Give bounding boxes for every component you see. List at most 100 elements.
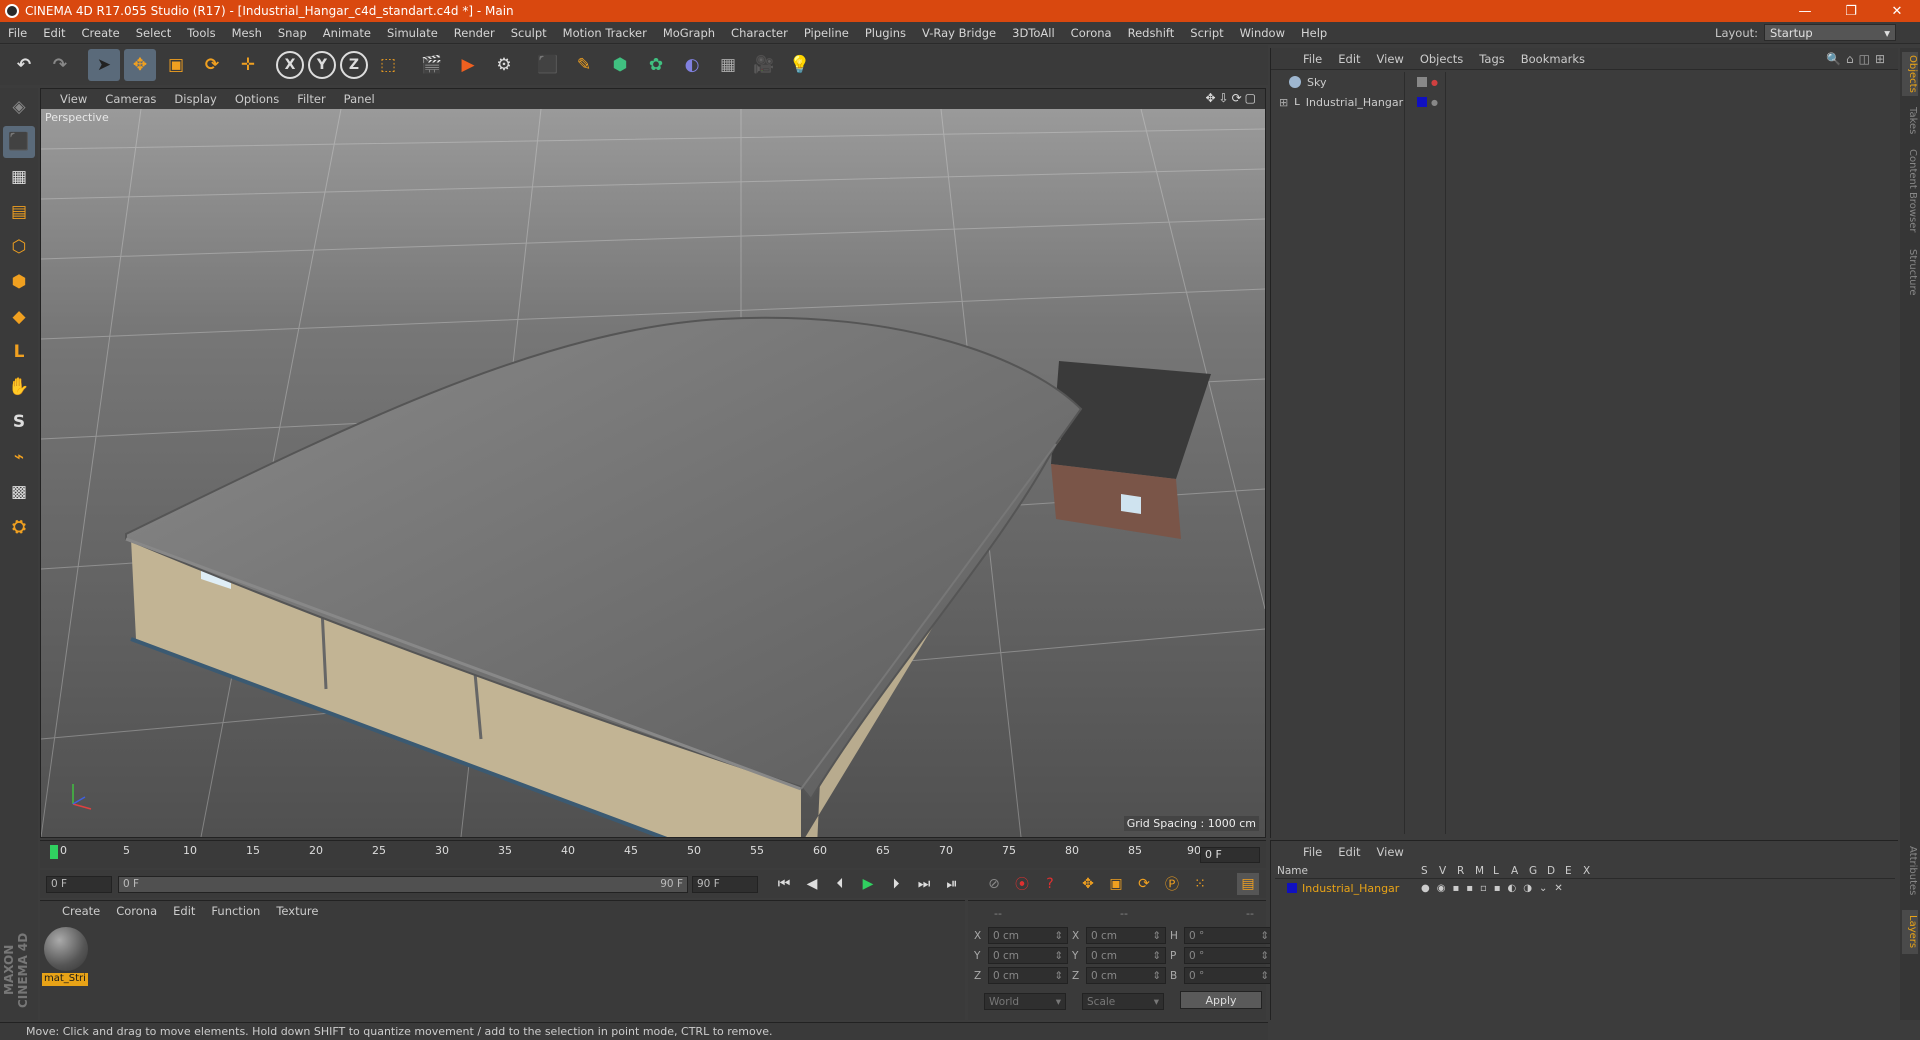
timeline-window-icon[interactable]: ▤ bbox=[1237, 873, 1259, 895]
key-position-icon[interactable]: ✥ bbox=[1077, 873, 1099, 895]
layer-row[interactable]: Industrial_Hangar ●◉▪▪▫▪◐◑⌄✕ bbox=[1275, 881, 1895, 895]
position-z-field[interactable]: 0 cm ⇕ bbox=[988, 967, 1068, 984]
viewport-menu-panel[interactable]: Panel bbox=[335, 92, 384, 106]
playhead[interactable] bbox=[50, 845, 58, 859]
menu-create[interactable]: Create bbox=[74, 26, 128, 40]
size-z-field[interactable]: 0 cm ⇕ bbox=[1086, 967, 1166, 984]
menu-snap[interactable]: Snap bbox=[270, 26, 315, 40]
menu-mograph[interactable]: MoGraph bbox=[655, 26, 723, 40]
restore-button[interactable]: ❐ bbox=[1828, 0, 1874, 22]
pen-spline-button[interactable]: ✎ bbox=[568, 49, 600, 81]
menu-edit[interactable]: Edit bbox=[35, 26, 73, 40]
deformer-button[interactable]: ◐ bbox=[676, 49, 708, 81]
move-tool-button[interactable]: ✥ bbox=[124, 49, 156, 81]
material-menu-edit[interactable]: Edit bbox=[165, 904, 203, 918]
end-frame-field[interactable]: 90 F bbox=[692, 875, 758, 893]
size-x-field[interactable]: 0 cm ⇕ bbox=[1086, 927, 1166, 944]
viewport-menu-cameras[interactable]: Cameras bbox=[96, 92, 165, 106]
menu-motion-tracker[interactable]: Motion Tracker bbox=[555, 26, 655, 40]
snap-button[interactable]: S bbox=[3, 406, 35, 438]
workplane-mode-button[interactable]: ▤ bbox=[3, 196, 35, 228]
menu-animate[interactable]: Animate bbox=[315, 26, 379, 40]
rotation-p-field[interactable]: 0 ° ⇕ bbox=[1184, 947, 1274, 964]
key-parameter-icon[interactable]: Ⓟ bbox=[1161, 873, 1183, 895]
menu-mesh[interactable]: Mesh bbox=[224, 26, 270, 40]
undo-button[interactable]: ↶ bbox=[8, 49, 40, 81]
menu-pipeline[interactable]: Pipeline bbox=[796, 26, 857, 40]
tab-content-browser[interactable]: Content Browser bbox=[1902, 146, 1918, 236]
magnet-button[interactable]: ⌁ bbox=[3, 441, 35, 473]
material-preview[interactable] bbox=[44, 927, 88, 971]
menu-script[interactable]: Script bbox=[1182, 26, 1231, 40]
next-frame-button[interactable]: ⏵ bbox=[885, 873, 907, 895]
lock-workplane-button[interactable]: ▩ bbox=[3, 476, 35, 508]
motion-record-icon[interactable]: ⊘ bbox=[983, 873, 1005, 895]
menu-tools[interactable]: Tools bbox=[179, 26, 223, 40]
material-menu-corona[interactable]: Corona bbox=[108, 904, 165, 918]
make-editable-button[interactable]: ◈ bbox=[3, 91, 35, 123]
points-mode-button[interactable]: ⬡ bbox=[3, 231, 35, 263]
material-menu-texture[interactable]: Texture bbox=[268, 904, 326, 918]
planar-workplane-button[interactable]: ⛭ bbox=[3, 511, 35, 543]
objects-menu-edit[interactable]: Edit bbox=[1330, 52, 1368, 66]
record-keyframe-icon[interactable]: ⦿ bbox=[1011, 873, 1033, 895]
camera-object-button[interactable]: 🎥 bbox=[748, 49, 780, 81]
object-row-sky[interactable]: Sky ● bbox=[1279, 74, 1438, 90]
start-frame-field[interactable]: 0 F bbox=[46, 875, 112, 893]
tweak-mode-button[interactable]: ✋ bbox=[3, 371, 35, 403]
current-frame-field[interactable]: 0 F bbox=[1200, 847, 1260, 863]
frame-range-slider[interactable]: 0 F 90 F bbox=[118, 875, 688, 893]
close-button[interactable]: ✕ bbox=[1874, 0, 1920, 22]
light-object-button[interactable]: 💡 bbox=[784, 49, 816, 81]
viewport-menu-view[interactable]: View bbox=[51, 92, 96, 106]
rotation-b-field[interactable]: 0 ° ⇕ bbox=[1184, 967, 1274, 984]
tab-attributes[interactable]: Attributes bbox=[1902, 840, 1918, 902]
menu-help[interactable]: Help bbox=[1293, 26, 1335, 40]
apply-button[interactable]: Apply bbox=[1180, 991, 1262, 1009]
select-tool-button[interactable]: ➤ bbox=[88, 49, 120, 81]
position-y-field[interactable]: 0 cm ⇕ bbox=[988, 947, 1068, 964]
visibility-dots-icon[interactable]: ● bbox=[1431, 78, 1438, 87]
play-forward-button[interactable]: ▶ bbox=[857, 873, 879, 895]
tab-layers[interactable]: Layers bbox=[1902, 910, 1918, 954]
visibility-dots-icon[interactable]: ● bbox=[1431, 98, 1438, 107]
menu-window[interactable]: Window bbox=[1232, 26, 1293, 40]
material-menu-create[interactable]: Create bbox=[54, 904, 108, 918]
cloner-array-button[interactable]: ✿ bbox=[640, 49, 672, 81]
menu-character[interactable]: Character bbox=[723, 26, 796, 40]
axis-mode-button[interactable]: L bbox=[3, 336, 35, 368]
previous-frame-button[interactable]: ⏴ bbox=[829, 873, 851, 895]
menu-vray-bridge[interactable]: V-Ray Bridge bbox=[914, 26, 1004, 40]
polygons-mode-button[interactable]: ◆ bbox=[3, 301, 35, 333]
tab-structure[interactable]: Structure bbox=[1902, 244, 1918, 300]
rotate-tool-button[interactable]: ⟳ bbox=[196, 49, 228, 81]
objects-menu-bookmarks[interactable]: Bookmarks bbox=[1513, 52, 1593, 66]
loop-button[interactable]: ⏯ bbox=[941, 873, 963, 895]
position-x-field[interactable]: 0 cm ⇕ bbox=[988, 927, 1068, 944]
cube-object-button[interactable]: ⬛ bbox=[532, 49, 564, 81]
model-mode-button[interactable]: ⬛ bbox=[3, 126, 35, 158]
rotation-h-field[interactable]: 0 ° ⇕ bbox=[1184, 927, 1274, 944]
texture-mode-button[interactable]: ▦ bbox=[3, 161, 35, 193]
menu-plugins[interactable]: Plugins bbox=[857, 26, 914, 40]
menu-file[interactable]: File bbox=[0, 26, 35, 40]
sky-layer-swatch[interactable] bbox=[1417, 77, 1427, 87]
x-axis-lock-button[interactable]: X bbox=[276, 51, 304, 79]
object-manager-icons[interactable]: 🔍⌂◫⊞ bbox=[1826, 52, 1890, 66]
tab-takes[interactable]: Takes bbox=[1902, 104, 1918, 138]
coordinate-system-button[interactable]: ⬚ bbox=[372, 49, 404, 81]
key-rotation-icon[interactable]: ⟳ bbox=[1133, 873, 1155, 895]
key-pla-icon[interactable]: ⁙ bbox=[1189, 873, 1211, 895]
material-menu-function[interactable]: Function bbox=[203, 904, 268, 918]
viewport[interactable]: View Cameras Display Options Filter Pane… bbox=[40, 88, 1266, 838]
viewport-nav-icons[interactable]: ✥⇩⟳▢ bbox=[1205, 91, 1259, 105]
menu-redshift[interactable]: Redshift bbox=[1120, 26, 1183, 40]
coordinate-space-dropdown[interactable]: World ▾ bbox=[984, 993, 1066, 1010]
objects-menu-file[interactable]: File bbox=[1295, 52, 1330, 66]
previous-keyframe-button[interactable]: ◀ bbox=[801, 873, 823, 895]
expand-toggle-icon[interactable]: ⊞ bbox=[1279, 96, 1288, 109]
menu-sculpt[interactable]: Sculpt bbox=[503, 26, 555, 40]
objects-menu-view[interactable]: View bbox=[1369, 52, 1412, 66]
redo-button[interactable]: ↷ bbox=[44, 49, 76, 81]
layer-color-swatch[interactable] bbox=[1287, 883, 1297, 893]
